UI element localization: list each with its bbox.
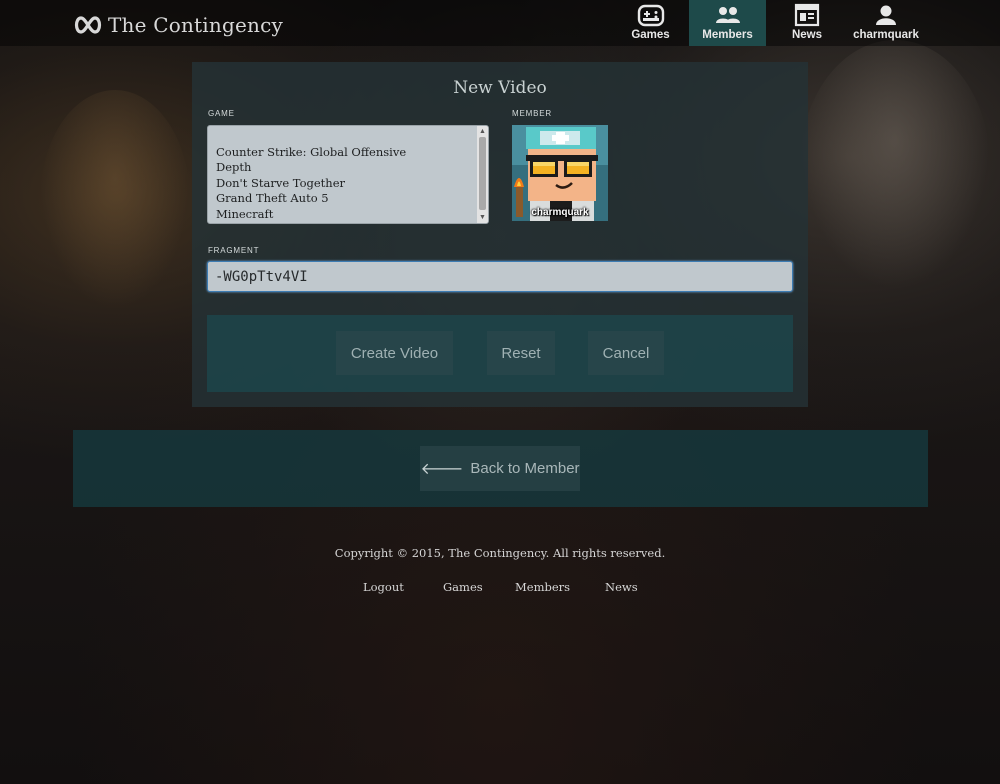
- infinity-logo-icon: [74, 16, 102, 34]
- game-field-label: GAME: [208, 109, 235, 118]
- footer-link-logout[interactable]: Logout: [363, 580, 404, 594]
- form-title: New Video: [453, 78, 547, 98]
- footer-links: Logout Games Members News: [0, 580, 1000, 596]
- back-to-member-label: Back to Member: [470, 460, 580, 477]
- brand-title: The Contingency: [108, 13, 283, 37]
- new-video-form: New Video GAME MEMBER Counter Strike: Gl…: [192, 62, 808, 407]
- member-name-caption: charmquark: [531, 207, 589, 218]
- game-select-list[interactable]: Counter Strike: Global Offensive Depth Don…: [207, 125, 489, 224]
- nav-user-label: charmquark: [853, 29, 919, 41]
- scroll-up-arrow-icon[interactable]: ▲: [478, 127, 487, 136]
- back-navigation-bar: 🡐 Back to Member: [73, 430, 928, 507]
- footer-copyright: Copyright © 2015, The Contingency. All r…: [334, 546, 666, 560]
- nav-user[interactable]: charmquark: [848, 0, 924, 46]
- cancel-button[interactable]: Cancel: [588, 331, 664, 375]
- game-options: Counter Strike: Global Offensive Depth Don…: [208, 126, 488, 222]
- people-icon: [715, 7, 740, 23]
- game-option[interactable]: Grand Theft Auto 5: [216, 191, 488, 206]
- arrow-left-icon: 🡐: [420, 461, 464, 478]
- main-nav: Games Members News charmquark: [612, 0, 924, 46]
- game-option[interactable]: Counter Strike: Global Offensive: [216, 145, 488, 160]
- game-list-scrollbar[interactable]: ▲ ▼: [477, 126, 488, 223]
- member-field-label: MEMBER: [512, 109, 552, 118]
- nav-news-label: News: [791, 29, 823, 41]
- gamepad-icon: [637, 4, 664, 27]
- form-actions: Create Video Reset Cancel: [207, 315, 793, 392]
- member-avatar[interactable]: charmquark: [512, 125, 608, 221]
- newspaper-icon: [794, 3, 820, 27]
- brand-logo[interactable]: The Contingency: [72, 10, 283, 40]
- fragment-input[interactable]: [207, 261, 793, 292]
- footer-link-members[interactable]: Members: [515, 580, 570, 594]
- game-option[interactable]: Don't Starve Together: [216, 176, 488, 191]
- reset-button[interactable]: Reset: [487, 331, 555, 375]
- back-to-member-button[interactable]: 🡐 Back to Member: [420, 446, 580, 491]
- scroll-down-arrow-icon[interactable]: ▼: [478, 213, 487, 222]
- fragment-field-label: FRAGMENT: [208, 246, 260, 255]
- scroll-thumb[interactable]: [479, 137, 486, 210]
- nav-games[interactable]: Games: [612, 0, 689, 46]
- user-icon: [876, 5, 896, 25]
- nav-members[interactable]: Members: [689, 0, 766, 46]
- game-option[interactable]: Minecraft: [216, 207, 488, 222]
- create-video-button[interactable]: Create Video: [336, 331, 453, 375]
- nav-games-label: Games: [631, 29, 670, 41]
- nav-members-label: Members: [702, 29, 753, 41]
- top-header: The Contingency Games Members News charm…: [0, 0, 1000, 46]
- game-option[interactable]: Depth: [216, 160, 488, 175]
- nav-news[interactable]: News: [766, 0, 848, 46]
- footer-link-news[interactable]: News: [605, 580, 638, 594]
- footer-link-games[interactable]: Games: [443, 580, 483, 594]
